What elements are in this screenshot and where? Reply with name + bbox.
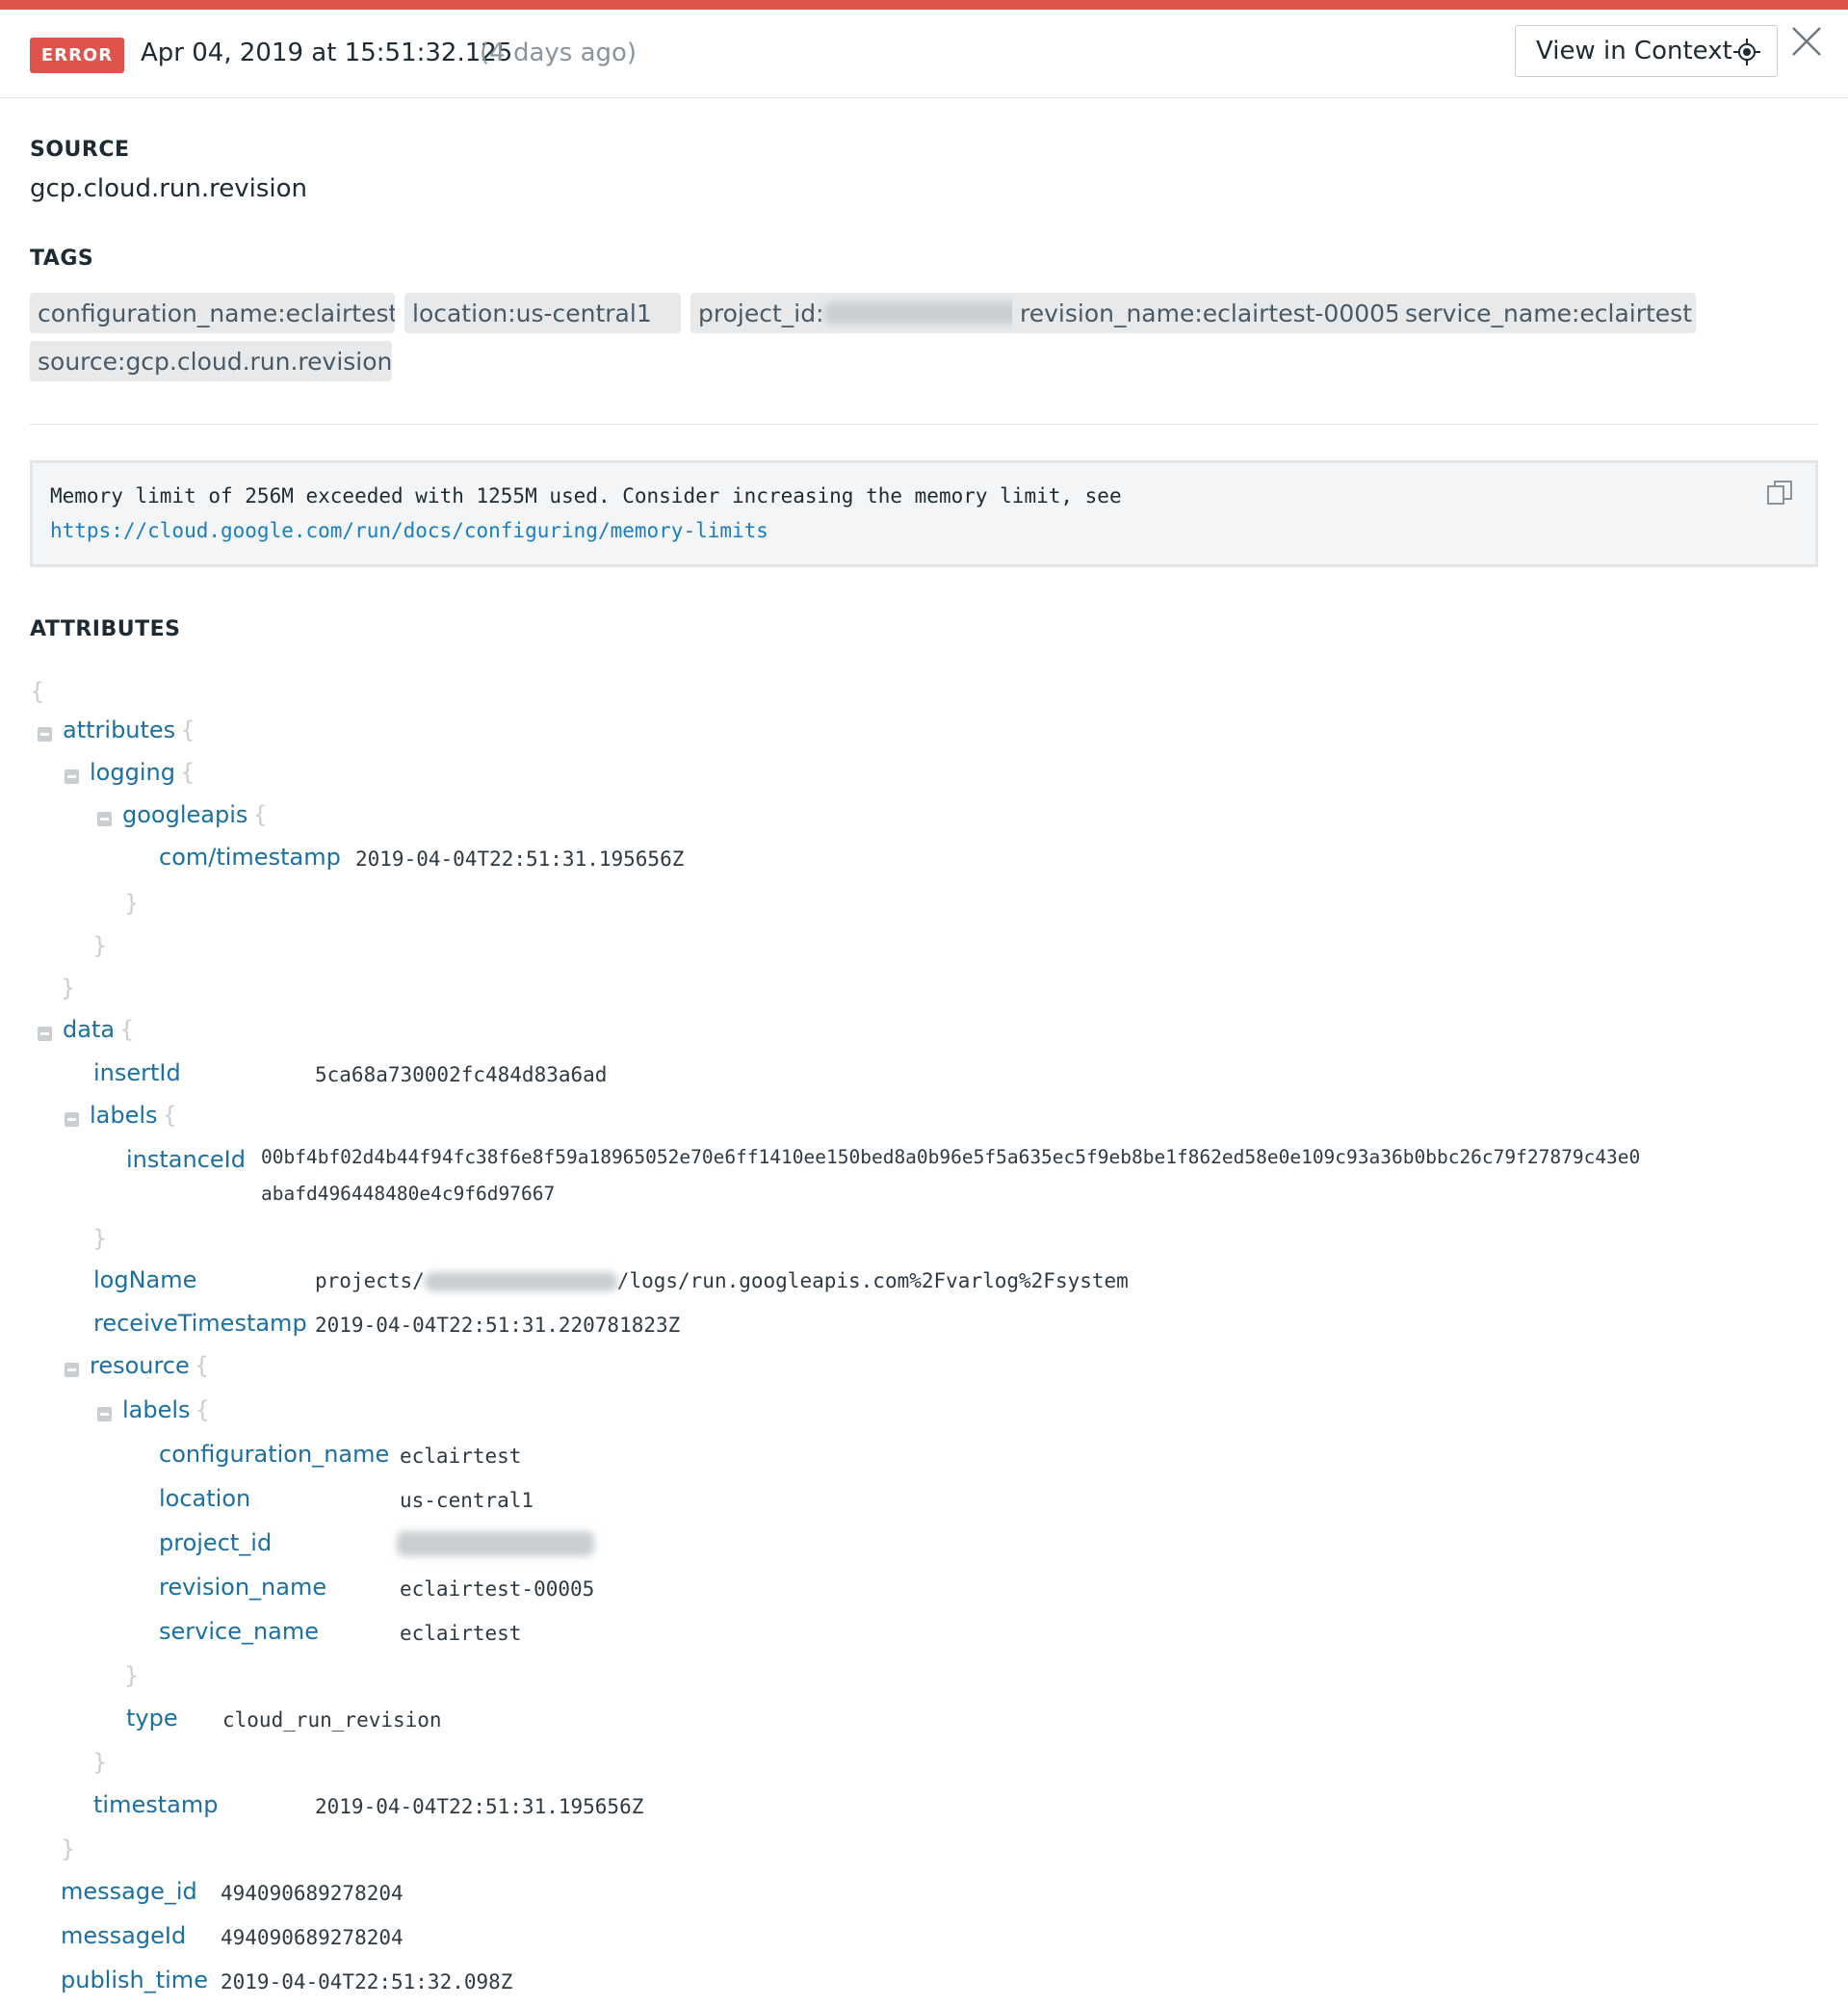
section-divider — [30, 424, 1818, 425]
source-value: gcp.cloud.run.revision — [30, 174, 308, 203]
attr-key[interactable]: timestamp — [93, 1791, 218, 1818]
tree-node-labels[interactable]: labels { — [90, 1102, 177, 1129]
log-header: ERROR Apr 04, 2019 at 15:51:32.125 (4 da… — [0, 10, 1848, 98]
tag-chip[interactable]: service_name:eclairtest — [1397, 293, 1696, 333]
tree-node-attributes[interactable]: attributes { — [63, 716, 195, 743]
attr-value[interactable]: us-central1 — [400, 1489, 534, 1512]
view-in-context-label: View in Context — [1536, 37, 1732, 65]
json-brace: } — [61, 1836, 76, 1863]
attr-key[interactable]: configuration_name — [159, 1441, 389, 1468]
attr-value[interactable]: 2019-04-04T22:51:31.195656Z — [315, 1795, 643, 1818]
attr-key[interactable]: service_name — [159, 1618, 319, 1645]
attr-key[interactable]: receiveTimestamp — [93, 1310, 307, 1337]
attr-value-logname[interactable]: projects//logs/run.googleapis.com%2Fvarl… — [315, 1269, 1129, 1292]
attr-key[interactable]: revision_name — [159, 1574, 326, 1601]
redacted-value — [823, 302, 1026, 324]
attr-value-continued: abafd496448480e4c9f6d97667 — [261, 1183, 556, 1205]
attr-value[interactable]: 2019-04-04T22:51:32.098Z — [221, 1970, 512, 1993]
attr-value-project-id[interactable] — [397, 1531, 594, 1556]
tree-node-resource-labels[interactable]: labels { — [122, 1396, 210, 1423]
log-message-box: Memory limit of 256M exceeded with 1255M… — [30, 460, 1818, 567]
attr-value[interactable]: 2019-04-04T22:51:31.195656Z — [355, 847, 684, 871]
copy-icon[interactable] — [1765, 479, 1794, 508]
attr-key[interactable]: insertId — [93, 1059, 181, 1086]
log-date: Apr 04, 2019 at 15:51:32.125 — [141, 39, 513, 67]
status-badge: ERROR — [30, 38, 124, 73]
attr-key[interactable]: type — [126, 1705, 178, 1732]
json-brace: } — [92, 932, 108, 959]
tag-chip-project-id[interactable]: project_id: — [690, 293, 1033, 333]
close-icon[interactable] — [1790, 25, 1823, 58]
redacted-value — [397, 1531, 594, 1556]
collapse-toggle[interactable] — [38, 1027, 52, 1041]
attr-key[interactable]: com/timestamp — [159, 844, 341, 871]
source-label: SOURCE — [30, 138, 130, 162]
json-brace: } — [124, 1662, 140, 1689]
tag-chip[interactable]: source:gcp.cloud.run.revision — [30, 341, 392, 381]
attr-key[interactable]: project_id — [159, 1529, 272, 1556]
tree-node-logging[interactable]: logging { — [90, 759, 195, 786]
attr-value[interactable]: eclairtest — [400, 1622, 521, 1645]
attr-value[interactable]: 494090689278204 — [221, 1926, 403, 1949]
redacted-value — [424, 1272, 617, 1291]
collapse-toggle[interactable] — [97, 812, 112, 826]
attr-value[interactable]: eclairtest — [400, 1445, 521, 1468]
attr-value[interactable]: 494090689278204 — [221, 1882, 403, 1905]
tags-label: TAGS — [30, 247, 94, 271]
collapse-toggle[interactable] — [65, 769, 79, 784]
tree-node-data[interactable]: data { — [63, 1016, 134, 1043]
tree-node-googleapis[interactable]: googleapis { — [122, 801, 268, 828]
status-accent-bar — [0, 0, 1848, 10]
attr-value[interactable]: eclairtest-00005 — [400, 1577, 594, 1601]
tree-node-resource[interactable]: resource { — [90, 1352, 209, 1379]
collapse-toggle[interactable] — [38, 727, 52, 742]
attr-key[interactable]: messageId — [61, 1922, 186, 1949]
json-brace: } — [92, 1225, 108, 1252]
collapse-toggle[interactable] — [97, 1407, 112, 1421]
crosshair-icon — [1733, 39, 1760, 65]
collapse-toggle[interactable] — [65, 1363, 79, 1377]
attr-value[interactable]: 2019-04-04T22:51:31.220781823Z — [315, 1314, 680, 1337]
attr-key[interactable]: logName — [93, 1266, 196, 1293]
attr-value[interactable]: cloud_run_revision — [222, 1708, 442, 1732]
attr-key[interactable]: message_id — [61, 1878, 197, 1905]
tag-chip[interactable]: location:us-central1 — [404, 293, 681, 333]
json-brace: } — [61, 975, 76, 1002]
collapse-toggle[interactable] — [65, 1112, 79, 1127]
log-message-link[interactable]: https://cloud.google.com/run/docs/config… — [50, 519, 768, 542]
view-in-context-button[interactable]: View in Context — [1515, 25, 1778, 77]
json-brace: } — [92, 1749, 108, 1776]
log-message-text: Memory limit of 256M exceeded with 1255M… — [50, 484, 1122, 508]
attr-value[interactable]: 5ca68a730002fc484d83a6ad — [315, 1063, 607, 1086]
json-brace: } — [124, 890, 140, 917]
tag-chip[interactable]: configuration_name:eclairtest — [30, 293, 395, 333]
json-brace: { — [30, 678, 45, 705]
attr-value[interactable]: 00bf4bf02d4b44f94fc38f6e8f59a18965052e70… — [261, 1146, 1640, 1168]
attr-key[interactable]: instanceId — [126, 1146, 246, 1173]
tag-chip[interactable]: revision_name:eclairtest-00005 — [1012, 293, 1419, 333]
attributes-label: ATTRIBUTES — [30, 617, 181, 641]
log-relative-time: (4 days ago) — [480, 39, 638, 67]
attr-key[interactable]: publish_time — [61, 1967, 208, 1993]
attr-key[interactable]: location — [159, 1485, 250, 1512]
